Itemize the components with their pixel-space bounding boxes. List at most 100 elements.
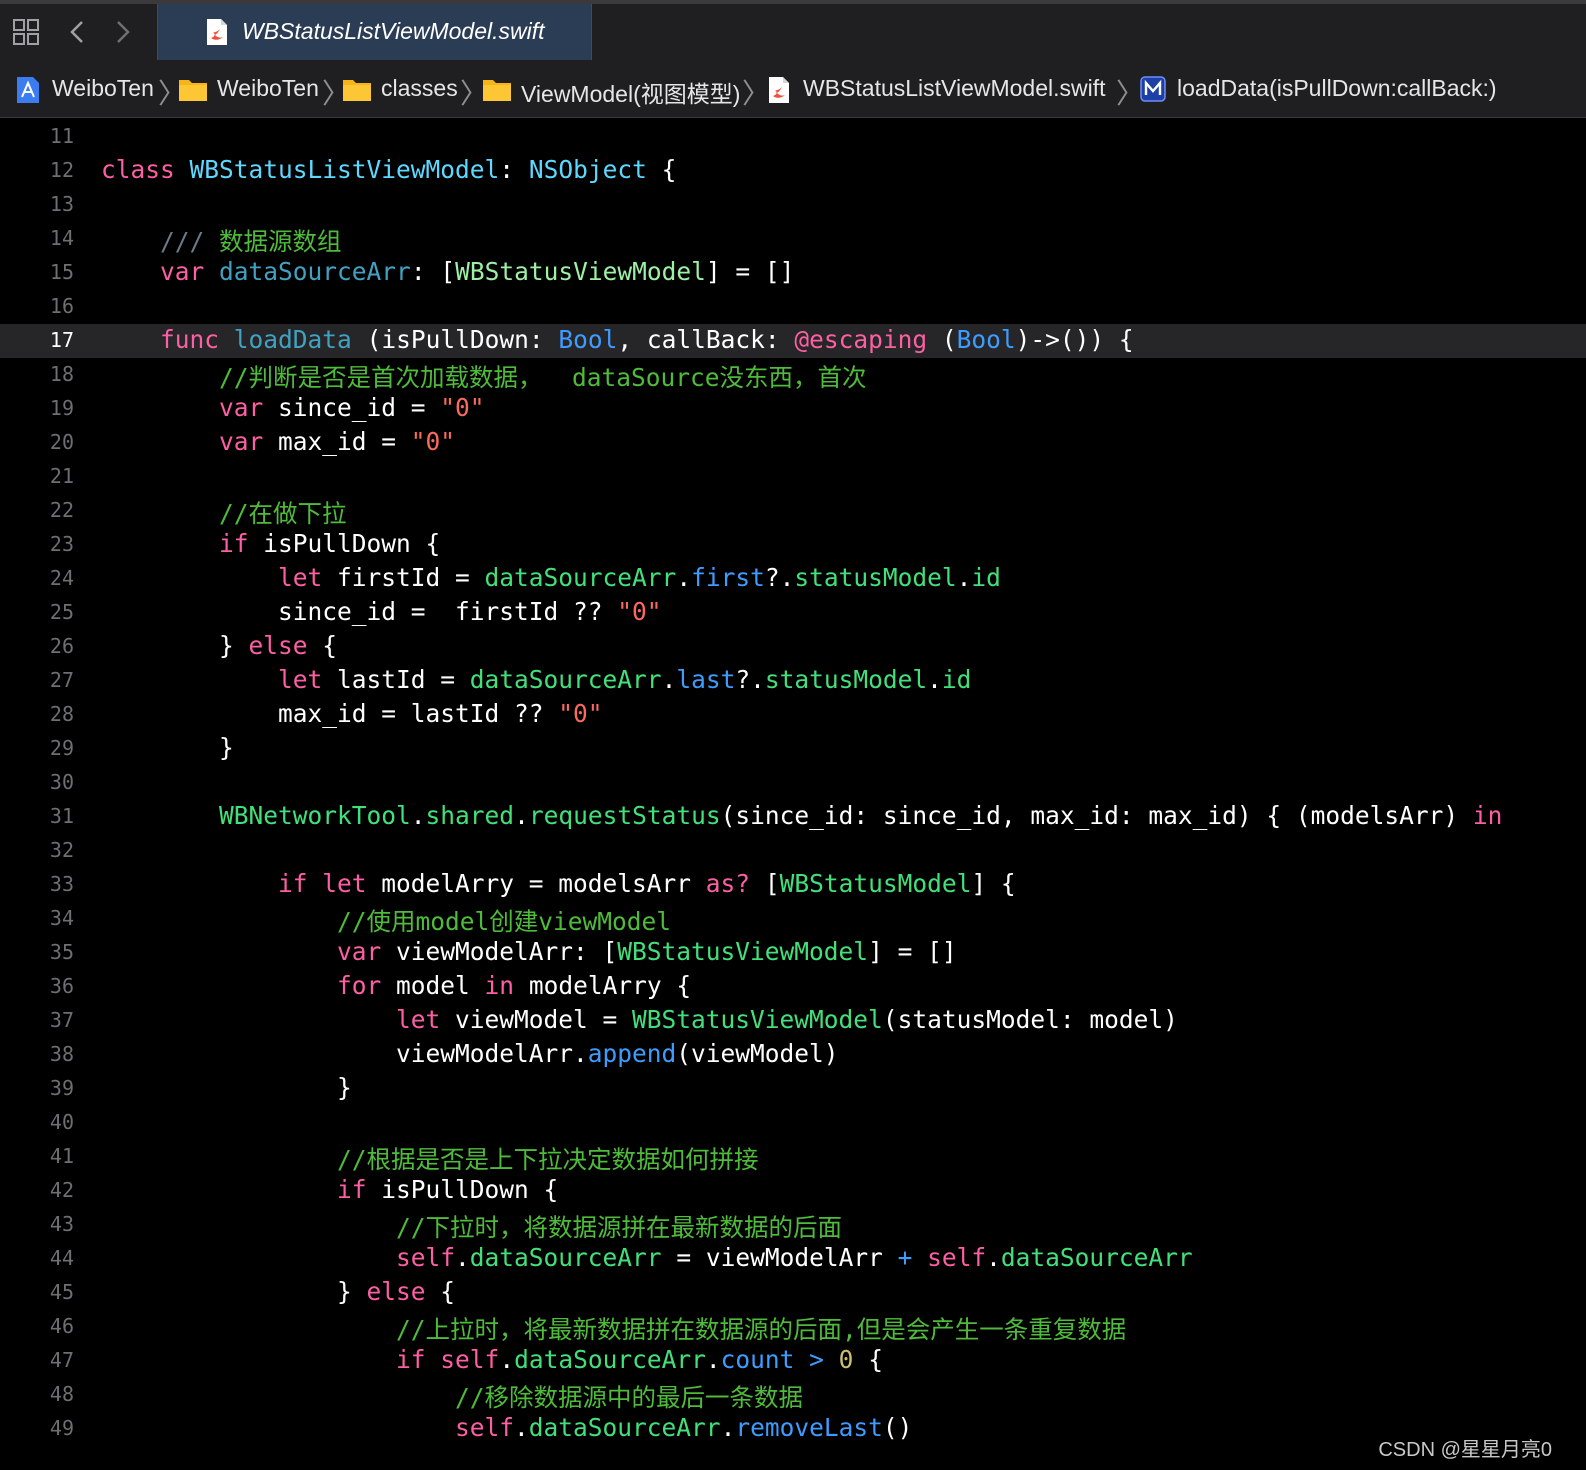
line-number: 40	[49, 1110, 74, 1134]
code-line[interactable]: 44 self.dataSourceArr = viewModelArr + s…	[0, 1242, 1586, 1276]
code-token: .	[455, 1243, 470, 1272]
line-number: 45	[49, 1280, 74, 1304]
breadcrumb-label: WeiboTen	[217, 75, 319, 101]
code-line[interactable]: 28 max_id = lastId ?? "0"	[0, 698, 1586, 732]
code-line[interactable]: 32	[0, 834, 1586, 868]
code-token: var	[160, 257, 205, 286]
breadcrumb-separator: 〉	[742, 77, 771, 110]
line-number: 47	[49, 1348, 74, 1372]
code-token: {	[425, 1277, 456, 1306]
code-line[interactable]: 25 since_id = firstId ?? "0"	[0, 596, 1586, 630]
code-line[interactable]: 42 if isPullDown {	[0, 1174, 1586, 1208]
code-line[interactable]: 29 }	[0, 732, 1586, 766]
code-token: viewModel =	[440, 1005, 633, 1034]
code-line[interactable]: 39 }	[0, 1072, 1586, 1106]
code-line[interactable]: 34 //使用model创建viewModel	[0, 902, 1586, 936]
code-line[interactable]: 16	[0, 290, 1586, 324]
code-line[interactable]: 45 } else {	[0, 1276, 1586, 1310]
line-number: 41	[49, 1144, 74, 1168]
code-line[interactable]: 17 func loadData (isPullDown: Bool, call…	[0, 324, 1586, 358]
code-token: Bool	[956, 325, 1016, 354]
code-token: (	[927, 325, 957, 354]
code-line[interactable]: 46 //上拉时，将最新数据拼在数据源的后面,但是会产生一条重复数据	[0, 1310, 1586, 1344]
code-token: "0"	[617, 597, 662, 626]
code-token: isPullDown {	[248, 529, 441, 558]
code-token: var	[219, 393, 264, 422]
back-chevron-icon[interactable]	[66, 18, 90, 46]
code-token: [	[750, 869, 780, 898]
code-line[interactable]: 12 class WBStatusListViewModel: NSObject …	[0, 154, 1586, 188]
line-number: 39	[49, 1076, 74, 1100]
line-number: 24	[49, 566, 74, 590]
code-text: var dataSourceArr: [WBStatusViewModel] =…	[101, 257, 794, 286]
project-icon	[17, 77, 39, 103]
code-token: last	[676, 665, 736, 694]
code-text: func loadData (isPullDown: Bool, callBac…	[101, 325, 1134, 354]
code-token: "0"	[440, 393, 485, 422]
code-text: }	[101, 1073, 352, 1102]
code-line[interactable]: 49 self.dataSourceArr.removeLast()	[0, 1412, 1586, 1446]
code-line[interactable]: 24 let firstId = dataSourceArr.first?.st…	[0, 562, 1586, 596]
line-number: 21	[49, 464, 74, 488]
code-token: removeLast	[735, 1413, 883, 1442]
code-line[interactable]: 21	[0, 460, 1586, 494]
code-line[interactable]: 14 /// 数据源数组	[0, 222, 1586, 256]
code-line[interactable]: 33 if let modelArry = modelsArr as? [WBS…	[0, 868, 1586, 902]
line-number: 36	[49, 974, 74, 998]
code-line[interactable]: 37 let viewModel = WBStatusViewModel(sta…	[0, 1004, 1586, 1038]
breadcrumb-label: WeiboTen	[52, 75, 154, 101]
code-line[interactable]: 18 //判断是否是首次加载数据， dataSource没东西，首次	[0, 358, 1586, 392]
code-line[interactable]: 47 if self.dataSourceArr.count > 0 {	[0, 1344, 1586, 1378]
code-token: .	[514, 1413, 529, 1442]
code-editor[interactable]: 11 12 class WBStatusListViewModel: NSObjec…	[0, 118, 1586, 1470]
code-text: var max_id = "0"	[101, 427, 455, 456]
forward-chevron-icon[interactable]	[110, 18, 134, 46]
code-token: max_id = lastId ??	[101, 699, 559, 728]
code-line[interactable]: 11	[0, 120, 1586, 154]
code-line[interactable]: 48 //移除数据源中的最后一条数据	[0, 1378, 1586, 1412]
code-text: if isPullDown {	[101, 529, 440, 558]
code-line[interactable]: 20 var max_id = "0"	[0, 426, 1586, 460]
code-line[interactable]: 43 //下拉时，将数据源拼在最新数据的后面	[0, 1208, 1586, 1242]
line-number: 30	[49, 770, 74, 794]
code-token: let	[278, 665, 323, 694]
code-token: dataSourceArr	[1000, 1243, 1193, 1272]
code-line[interactable]: 36 for model in modelArry {	[0, 970, 1586, 1004]
line-number: 25	[49, 600, 74, 624]
code-line[interactable]: 30	[0, 766, 1586, 800]
line-number: 15	[49, 260, 74, 284]
code-line[interactable]: 13	[0, 188, 1586, 222]
tab-title: WBStatusListViewModel.swift	[242, 18, 545, 44]
related-items-grid-icon[interactable]	[12, 18, 42, 46]
code-line[interactable]: 35 var viewModelArr: [WBStatusViewModel]…	[0, 936, 1586, 970]
code-text: var since_id = "0"	[101, 393, 485, 422]
code-line[interactable]: 19 var since_id = "0"	[0, 392, 1586, 426]
line-number: 14	[49, 226, 74, 250]
code-token: .	[927, 665, 942, 694]
code-token: since_id = firstId ??	[101, 597, 618, 626]
code-line[interactable]: 41 //根据是否是上下拉决定数据如何拼接	[0, 1140, 1586, 1174]
code-line[interactable]: 40	[0, 1106, 1586, 1140]
code-line[interactable]: 15 var dataSourceArr: [WBStatusViewModel…	[0, 256, 1586, 290]
code-line[interactable]: 23 if isPullDown {	[0, 528, 1586, 562]
code-line[interactable]: 26 } else {	[0, 630, 1586, 664]
code-token: isPullDown {	[366, 1175, 559, 1204]
editor-tab[interactable]: WBStatusListViewModel.swift	[157, 4, 592, 60]
code-line[interactable]: 38 viewModelArr.append(viewModel)	[0, 1038, 1586, 1072]
code-line[interactable]: 22 //在做下拉	[0, 494, 1586, 528]
code-token: requestStatus	[528, 801, 721, 830]
code-text: WBNetworkTool.shared.requestStatus(since…	[101, 801, 1502, 830]
code-token: .	[661, 665, 677, 694]
code-text: } else {	[101, 631, 337, 660]
code-token: .	[986, 1243, 1001, 1272]
line-number: 32	[49, 838, 74, 862]
line-number: 19	[49, 396, 74, 420]
code-token: = viewModelArr	[661, 1243, 898, 1272]
code-line[interactable]: 31 WBNetworkTool.shared.requestStatus(si…	[0, 800, 1586, 834]
code-line[interactable]: 27 let lastId = dataSourceArr.last?.stat…	[0, 664, 1586, 698]
code-token: (isPullDown:	[351, 325, 559, 354]
code-token: , callBack:	[617, 325, 795, 354]
